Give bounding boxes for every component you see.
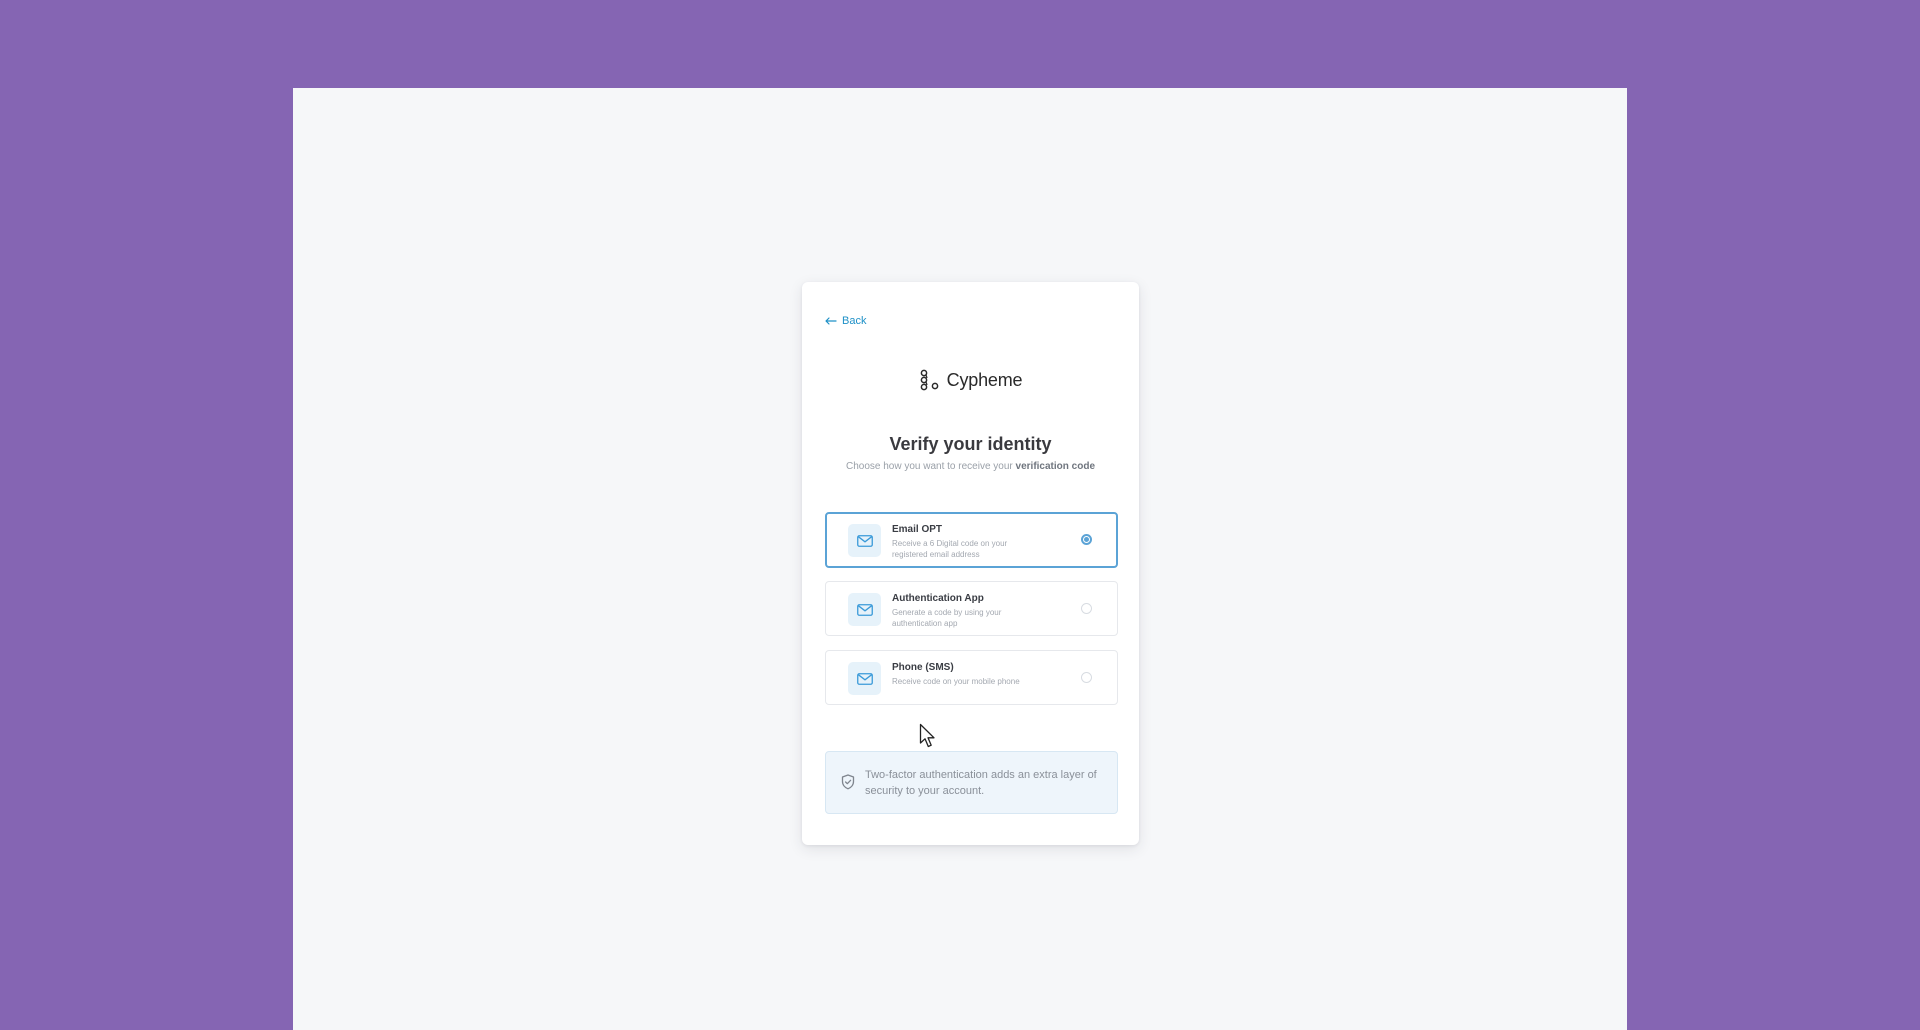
option-title: Email OPT (892, 524, 943, 535)
subtitle-text: Choose how you want to receive your (845, 461, 1016, 472)
shield-check-icon (841, 774, 855, 790)
option-phone-sms[interactable]: Phone (SMS) Receive code on your mobile … (825, 650, 1118, 705)
option-authentication-app[interactable]: Authentication App Generate a code by us… (825, 581, 1118, 636)
cypheme-logo-icon (920, 369, 939, 391)
back-label: Back (842, 315, 867, 327)
brand-name: Cypheme (946, 369, 1023, 390)
mail-icon (848, 662, 881, 695)
option-title: Phone (SMS) (892, 662, 954, 673)
subtitle-emphasis: verification code (1015, 461, 1095, 472)
option-description: Receive code on your mobile phone (892, 677, 1020, 686)
mail-icon (848, 593, 881, 626)
option-description: Receive a 6 Digital code on your registe… (892, 539, 1008, 559)
arrow-left-icon (825, 317, 837, 325)
page-title: Verify your identity (889, 434, 1052, 454)
brand-logo: Cypheme (802, 369, 1139, 391)
security-info-box: Two-factor authentication adds an extra … (825, 751, 1118, 814)
option-radio[interactable] (1081, 603, 1092, 614)
option-radio[interactable] (1081, 534, 1092, 545)
mouse-pointer-icon (919, 723, 935, 748)
option-radio[interactable] (1081, 672, 1092, 683)
option-title: Authentication App (892, 593, 984, 604)
security-info-text: Two-factor authentication adds an extra … (865, 769, 1097, 797)
page-subtitle: Choose how you want to receive your veri… (802, 461, 1139, 472)
app-viewport: Back Cypheme Verify your identity Choose… (293, 88, 1627, 1030)
back-link[interactable]: Back (825, 315, 866, 327)
mail-icon (848, 524, 881, 557)
option-description: Generate a code by using your authentica… (892, 608, 1002, 628)
verification-method-list: Email OPT Receive a 6 Digital code on yo… (825, 512, 1118, 719)
option-email-otp[interactable]: Email OPT Receive a 6 Digital code on yo… (825, 512, 1118, 568)
verify-identity-card: Back Cypheme Verify your identity Choose… (802, 282, 1139, 845)
